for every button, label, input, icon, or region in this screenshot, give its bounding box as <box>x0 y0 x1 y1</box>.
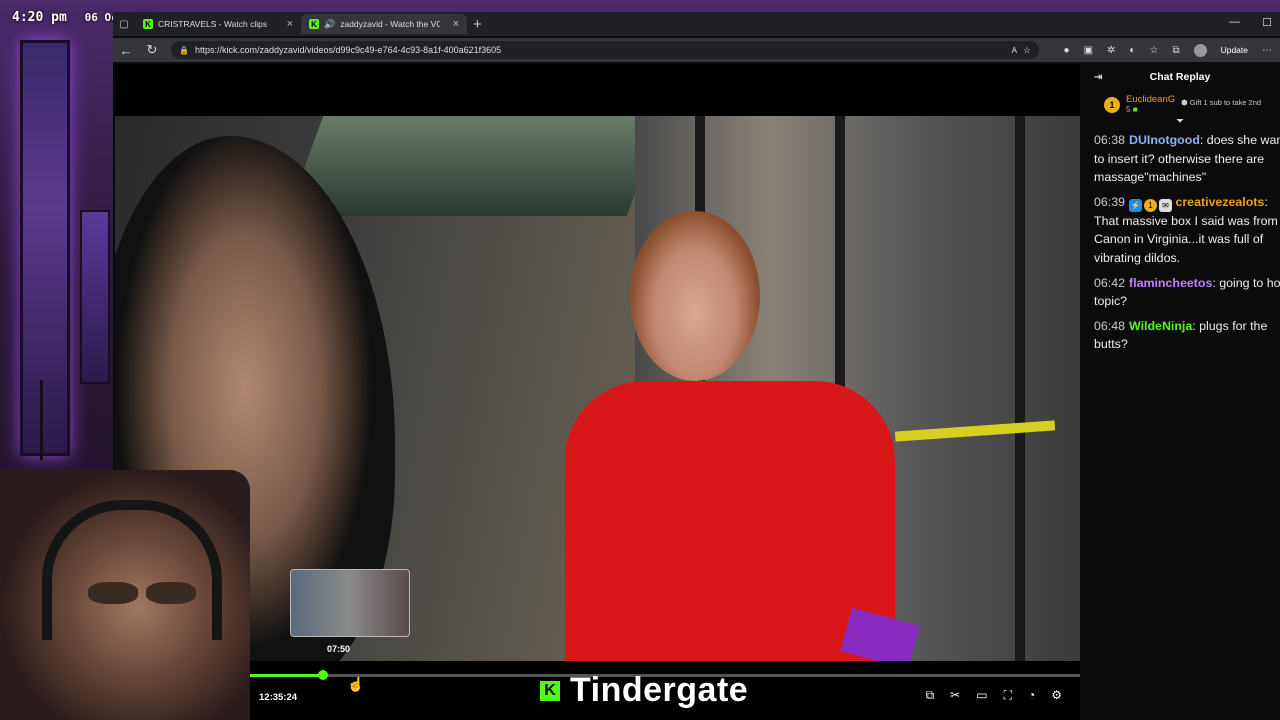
tab-actions-icon[interactable]: ▢ <box>113 19 135 30</box>
tab-title: zaddyzavid - Watch the VOD <box>340 19 441 29</box>
gift-rank-badge: 1 <box>1104 97 1120 113</box>
extension-badge-icon[interactable]: ▣ <box>1084 45 1093 56</box>
stream-title: Tindergate <box>570 671 749 709</box>
collections-icon[interactable]: ⧉ <box>1172 45 1179 56</box>
user-badges: ⚡ 1 ✉ <box>1129 198 1173 212</box>
back-arrow-icon[interactable]: ← <box>113 43 139 58</box>
player-control-icons: ⧉ ✂ ▭ ⛶ ◔ ⚙ <box>926 688 1062 703</box>
kick-favicon-icon: K <box>309 19 319 29</box>
stream-title-overlay: K Tindergate <box>540 671 748 710</box>
clip-icon[interactable]: ✂ <box>950 688 960 703</box>
progress-fill <box>250 674 324 677</box>
favorite-star-icon[interactable]: ☆ <box>1023 45 1031 56</box>
url-field[interactable]: 🔒 https://kick.com/zaddyzavid/videos/d99… <box>171 41 1039 59</box>
chat-message: 06:42 flamincheetos: going to hot topic? <box>1094 274 1280 311</box>
store-awning <box>286 116 664 216</box>
video-player[interactable]: 07:50 ☝ 12:35:24 ⧉ ✂ ▭ ⛶ ◔ ⚙ <box>115 64 1080 720</box>
chat-message: 06:48 WildeNinja: plugs for the butts? <box>1094 317 1280 354</box>
tab-bar: ▢ K CRISTRAVELS - Watch clips on Ki × K … <box>113 12 1280 36</box>
speed-icon[interactable]: ◔ <box>1028 688 1035 703</box>
more-menu-icon[interactable]: ⋯ <box>1262 45 1272 56</box>
read-aloud-icon[interactable]: A <box>1012 46 1017 55</box>
update-button[interactable]: Update <box>1221 45 1248 55</box>
chat-header: ⇥ Chat Replay <box>1080 64 1280 90</box>
miniplayer-icon[interactable]: ⧉ <box>926 688 935 703</box>
gift-leader-name: EuclideanG <box>1126 94 1176 105</box>
message-colon: : <box>1199 133 1207 147</box>
pinned-gift-leader[interactable]: 1 EuclideanG 5 ■ ⬢ Gift 1 sub to take 2n… <box>1104 94 1280 114</box>
fullscreen-icon[interactable]: ⛶ <box>1004 688 1012 703</box>
message-username[interactable]: WildeNinja <box>1129 319 1192 333</box>
red-shirt <box>565 381 895 661</box>
chat-message-list: 06:38 DUInotgood: does she want to insert… <box>1080 127 1280 354</box>
message-time: 06:42 <box>1094 275 1126 290</box>
clock-time: 4:20 pm <box>12 10 67 25</box>
person-head <box>630 211 760 381</box>
gift-sub-icon: ⬢ <box>1181 98 1188 107</box>
collapse-chat-icon[interactable]: ⇥ <box>1094 72 1102 83</box>
chat-title: Chat Replay <box>1149 71 1211 83</box>
message-colon: : <box>1264 194 1268 209</box>
browser-window: ▢ K CRISTRAVELS - Watch clips on Ki × K … <box>113 12 1280 720</box>
chat-message: 06:38 DUInotgood: does she want to insert… <box>1094 131 1280 187</box>
chat-message: 06:39 ⚡ 1 ✉ creativezealots: That massive b… <box>1094 193 1280 268</box>
settings-gear-icon[interactable]: ⚙ <box>1051 688 1062 703</box>
message-time: 06:39 <box>1094 194 1126 209</box>
current-time: 12:35:24 <box>259 692 298 703</box>
minimize-button[interactable]: — <box>1229 16 1240 29</box>
close-tab-icon[interactable]: × <box>287 18 293 30</box>
bolt-badge-icon[interactable]: ⚡ <box>1129 198 1143 212</box>
streamer-headphones <box>42 500 222 640</box>
chat-filter-icon[interactable]: ⏷ <box>1080 116 1280 127</box>
desk-lamp <box>40 380 83 460</box>
close-tab-icon[interactable]: × <box>453 18 459 30</box>
extensions-puzzle-icon[interactable]: ✲ <box>1107 45 1115 56</box>
address-bar-row: ← ↻ 🔒 https://kick.com/zaddyzavid/videos… <box>113 38 1280 62</box>
message-username[interactable]: creativezealots <box>1175 195 1264 209</box>
seek-preview-time: 07:50 <box>327 644 351 654</box>
message-username[interactable]: DUInotgood <box>1129 133 1200 147</box>
kick-logo-icon: K <box>540 680 560 701</box>
message-username[interactable]: flamincheetos <box>1129 276 1212 290</box>
gift-icon: ■ <box>1132 105 1138 114</box>
video-frame[interactable] <box>115 116 1080 661</box>
speaker-icon[interactable]: 🔊 <box>324 19 335 30</box>
favorites-icon[interactable]: ☆ <box>1149 45 1158 56</box>
refresh-icon[interactable]: ↻ <box>139 42 165 58</box>
window-controls: — ☐ <box>1229 16 1272 29</box>
message-time: 06:38 <box>1094 133 1126 147</box>
wall-painting-small <box>80 210 110 384</box>
gift-sub-text: Gift 1 sub to take 2nd <box>1189 98 1262 107</box>
theater-mode-icon[interactable]: ▭ <box>976 688 987 703</box>
maximize-button[interactable]: ☐ <box>1262 16 1272 29</box>
streamer-sunglasses <box>88 582 196 604</box>
kick-favicon-icon: K <box>143 19 153 29</box>
tab-title: CRISTRAVELS - Watch clips on Ki <box>158 19 270 29</box>
tab-zaddyzavid[interactable]: K 🔊 zaddyzavid - Watch the VOD × <box>301 14 467 34</box>
gift-count-value: 5 <box>1126 105 1131 114</box>
progress-knob[interactable] <box>318 670 329 680</box>
gift-sub-prompt[interactable]: ⬢ Gift 1 sub to take 2nd <box>1181 98 1261 107</box>
toolbar-icons: ● ▣ ✲ ◐ ☆ ⧉ Update ⋯ <box>1064 43 1280 57</box>
split-screen-icon[interactable]: ◐ <box>1129 45 1135 56</box>
mouse-cursor-icon: ☝ <box>347 676 365 692</box>
mod-badge-icon[interactable]: ✉ <box>1159 198 1173 212</box>
sub-badge-icon[interactable]: 1 <box>1144 198 1158 212</box>
seek-preview-thumbnail <box>290 569 410 637</box>
profile-avatar[interactable] <box>1193 43 1207 57</box>
new-tab-button[interactable]: + <box>473 16 482 33</box>
message-text: That massive box I said was from Canon i… <box>1094 213 1278 265</box>
extension-icon[interactable]: ● <box>1064 45 1070 56</box>
tab-cristravels[interactable]: K CRISTRAVELS - Watch clips on Ki × <box>135 14 301 34</box>
lock-icon: 🔒 <box>179 45 189 55</box>
door-frame <box>1015 116 1025 661</box>
person-red-shirt <box>565 211 895 661</box>
gift-leader-count: 5 ■ <box>1126 105 1175 114</box>
url-text: https://kick.com/zaddyzavid/videos/d99c9… <box>194 45 502 55</box>
chat-replay-panel: ⇥ Chat Replay 1 EuclideanG 5 ■ ⬢ Gift 1 … <box>1080 64 1280 720</box>
message-time: 06:48 <box>1094 318 1126 333</box>
